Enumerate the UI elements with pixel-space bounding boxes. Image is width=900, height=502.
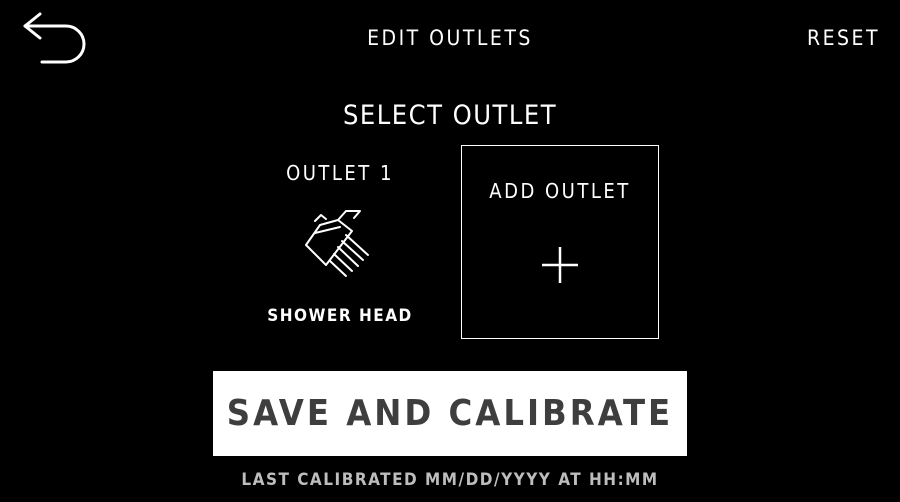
save-and-calibrate-button[interactable]: SAVE AND CALIBRATE <box>213 371 687 456</box>
add-outlet-button[interactable]: ADD OUTLET <box>461 145 659 339</box>
edit-outlets-screen: EDIT OUTLETS RESET SELECT OUTLET OUTLET … <box>0 0 900 502</box>
section-title: SELECT OUTLET <box>342 100 558 131</box>
outlet-name: OUTLET 1 <box>286 161 394 185</box>
add-outlet-label: ADD OUTLET <box>489 179 631 203</box>
reset-button[interactable]: RESET <box>807 24 880 52</box>
last-calibrated-status: LAST CALIBRATED MM/DD/YYYY AT HH:MM <box>241 470 659 490</box>
save-button-label: SAVE AND CALIBRATE <box>226 392 674 434</box>
plus-icon <box>542 247 578 283</box>
shower-head-icon <box>305 210 369 277</box>
page-title: EDIT OUTLETS <box>367 26 533 50</box>
outlet-type-label: SHOWER HEAD <box>267 306 413 326</box>
outlet-card-1[interactable]: OUTLET 1 SHOWER HEAD <box>262 145 418 339</box>
